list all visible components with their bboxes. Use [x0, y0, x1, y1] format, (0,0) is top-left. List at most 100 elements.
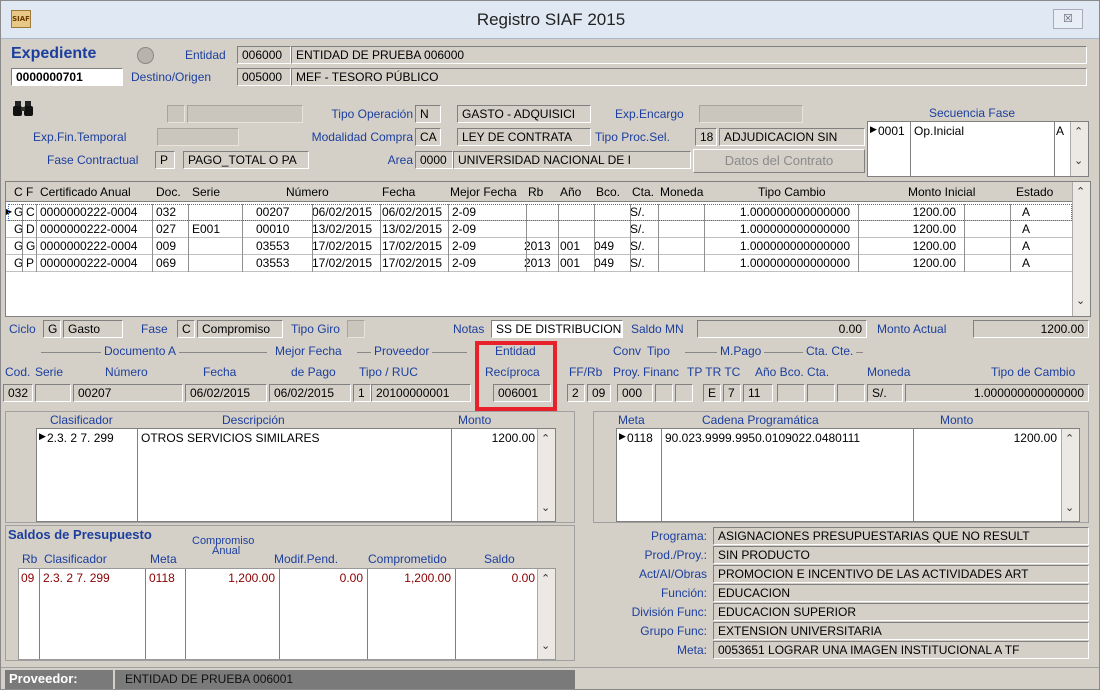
numero-field[interactable]: 00207 [73, 384, 183, 402]
programa-label: Función: [660, 586, 707, 600]
saldos-meta[interactable]: 0118 [149, 571, 175, 585]
saldos-panel: Saldos de Presupuesto Compromiso Anual R… [5, 525, 575, 661]
secuencia-name[interactable]: Op.Inicial [914, 124, 964, 138]
scroll-down-icon[interactable]: ⌄ [1076, 294, 1085, 307]
tipo-proveedor-field[interactable]: 1 [353, 384, 371, 402]
exp-fin-temporal-field[interactable] [157, 128, 239, 146]
notas-field[interactable]: SS DE DISTRIBUCION D [491, 320, 623, 338]
saldos-rb-header: Rb [22, 552, 38, 566]
mejor-fecha-field[interactable]: 06/02/2015 [269, 384, 351, 402]
cadena-programatica[interactable]: 90.023.9999.9950.0109022.0480111 [665, 431, 860, 445]
fecha-field[interactable]: 06/02/2015 [185, 384, 267, 402]
table-cell: 0000000222-0004 [40, 222, 138, 236]
table-cell: 1200.00 [912, 222, 956, 236]
certificado-scrollbar[interactable]: ⌃ ⌄ [1072, 182, 1090, 316]
saldos-rb[interactable]: 09 [21, 571, 34, 585]
bco-field[interactable] [807, 384, 835, 402]
saldos-compromiso: 1,200.00 [228, 571, 275, 585]
table-cell: G [14, 239, 24, 253]
modalidad-code[interactable]: CA [415, 128, 441, 146]
cta-field[interactable] [837, 384, 865, 402]
clasificador-code[interactable]: 2.3. 2 7. 299 [47, 431, 114, 445]
fase-contractual-code[interactable]: P [155, 151, 175, 169]
col-monto-inicial: Monto Inicial [908, 185, 976, 199]
table-row[interactable]: G G 0000000222-0004 009 03553 17/02/2015 17/02… [6, 238, 1072, 255]
op-blank-1 [167, 105, 185, 123]
saldos-clasificador[interactable]: 2.3. 2 7. 299 [43, 571, 110, 585]
table-cell: A [1022, 256, 1031, 270]
tipo-proc-sel-code[interactable]: 18 [695, 128, 717, 146]
scroll-down-icon[interactable]: ⌄ [1074, 154, 1083, 167]
documento-a-label: Documento A [101, 344, 180, 358]
cta-cte-label: Cta. Cte. [803, 344, 857, 358]
secuencia-scrollbar[interactable]: ⌃ ⌄ [1070, 122, 1088, 176]
exp-fin-temporal-label: Exp.Fin.Temporal [33, 130, 127, 144]
scroll-down-icon[interactable]: ⌄ [1065, 501, 1074, 514]
monto-actual-value: 1200.00 [973, 320, 1089, 338]
financ-field-2[interactable] [675, 384, 693, 402]
datos-contrato-button[interactable]: Datos del Contrato [693, 149, 865, 173]
rb-field[interactable]: 09 [587, 384, 611, 402]
table-cell: 17/02/2015 [312, 239, 373, 253]
close-button[interactable]: ☒ [1053, 9, 1083, 29]
cod-field[interactable]: 032 [3, 384, 33, 402]
destino-label: Destino/Origen [131, 70, 212, 84]
scroll-up-icon[interactable]: ⌃ [541, 432, 550, 445]
row-pointer-icon: ▶ [619, 431, 626, 441]
tr-field[interactable]: 7 [723, 384, 741, 402]
meta-code[interactable]: 0118 [627, 431, 653, 445]
meta-panel: Meta Cadena Programática Monto ▶ 0118 90… [593, 411, 1089, 523]
secuencia-code[interactable]: 0001 [878, 124, 905, 138]
clasificador-monto[interactable]: 1200.00 [455, 431, 535, 445]
tipo-giro-field[interactable] [347, 320, 365, 338]
secuencia-fase-grid: ▶ 0001 Op.Inicial A ⌃ ⌄ [867, 121, 1089, 177]
table-cell: 027 [156, 222, 177, 236]
meta-monto[interactable]: 1200.00 [917, 431, 1057, 445]
meta-grid: ▶ 0118 90.023.9999.9950.0109022.0480111 … [616, 428, 1080, 522]
certificado-table-header: C F Certificado Anual Doc. Serie Número … [6, 182, 1072, 202]
table-cell: G [14, 222, 24, 236]
scroll-up-icon[interactable]: ⌃ [1076, 185, 1085, 198]
table-cell: 2-09 [452, 256, 477, 270]
tp-field[interactable]: E [703, 384, 721, 402]
ff-field[interactable]: 2 [567, 384, 585, 402]
scroll-up-icon[interactable]: ⌃ [541, 572, 550, 585]
window-title: Registro SIAF 2015 [476, 10, 626, 29]
expediente-number[interactable]: 0000000701 [11, 68, 123, 86]
exp-encargo-field[interactable] [699, 105, 803, 123]
status-proveedor-label: Proveedor: [5, 670, 113, 689]
binoculars-icon[interactable] [13, 100, 33, 120]
financ-field-1[interactable] [655, 384, 673, 402]
table-cell: 009 [156, 239, 177, 253]
saldos-title: Saldos de Presupuesto [8, 527, 152, 542]
proy-field[interactable]: 000 [617, 384, 653, 402]
table-cell: 17/02/2015 [312, 256, 373, 270]
clasificador-scrollbar[interactable]: ⌃ ⌄ [537, 429, 555, 521]
scroll-up-icon[interactable]: ⌃ [1065, 432, 1074, 445]
serie-label: Serie [35, 365, 64, 379]
fecha-label: Fecha [203, 365, 237, 379]
tipo-operacion-code[interactable]: N [415, 105, 441, 123]
table-row[interactable]: G P 0000000222-0004 069 03553 17/02/2015 17/02… [6, 255, 1072, 272]
meta-scrollbar[interactable]: ⌃ ⌄ [1061, 429, 1079, 521]
saldos-grid: 09 2.3. 2 7. 299 0118 1,200.00 0.00 1,20… [18, 568, 556, 660]
clasificador-desc[interactable]: OTROS SERVICIOS SIMILARES [141, 431, 320, 445]
saldos-comprometido-header: Comprometido [368, 552, 447, 566]
entidad-name: ENTIDAD DE PRUEBA 006000 [291, 46, 1087, 64]
serie-field[interactable] [35, 384, 71, 402]
scroll-down-icon[interactable]: ⌄ [541, 501, 550, 514]
table-row[interactable]: G D 0000000222-0004 027 E001 00010 13/02/2015 1… [6, 221, 1072, 238]
notas-label: Notas [453, 322, 485, 336]
moneda-field[interactable]: S/. [867, 384, 903, 402]
tc-field[interactable]: 11 [743, 384, 773, 402]
scroll-up-icon[interactable]: ⌃ [1074, 125, 1083, 138]
programa-value: EDUCACION SUPERIOR [713, 603, 1089, 621]
programa-value: PROMOCION E INCENTIVO DE LAS ACTIVIDADES… [713, 565, 1089, 583]
ruc-field[interactable]: 20100000001 [371, 384, 471, 402]
area-code[interactable]: 0000 [415, 151, 453, 169]
cod-label: Cod. [5, 365, 31, 379]
scroll-down-icon[interactable]: ⌄ [541, 639, 550, 652]
saldos-scrollbar[interactable]: ⌃ ⌄ [537, 569, 555, 659]
tipo-cambio-field[interactable]: 1.000000000000000 [905, 384, 1089, 402]
anio-field[interactable] [777, 384, 805, 402]
